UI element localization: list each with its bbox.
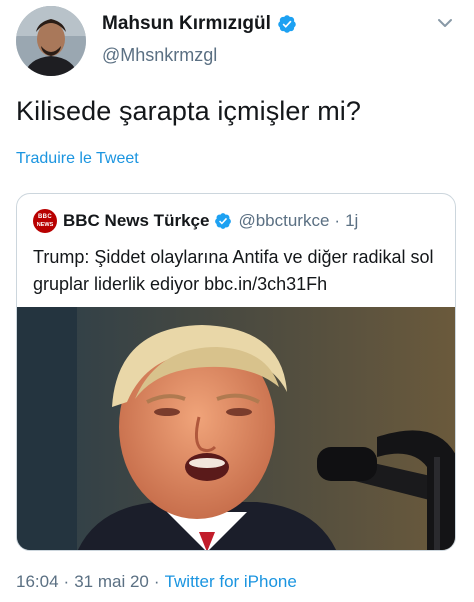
profile-avatar-icon [16, 6, 86, 76]
tweet-footer: 16:04 · 31 mai 20 · Twitter for iPhone [16, 572, 297, 592]
quoted-tweet-card[interactable]: BBC NEWS BBC News Türkçe @bbcturkce · 1j… [16, 193, 456, 551]
tweet-text: Kilisede şarapta içmişler mi? [16, 96, 362, 126]
quoted-author-handle[interactable]: @bbcturkce [238, 211, 329, 231]
verified-badge-icon [214, 212, 232, 230]
verified-badge-icon [277, 14, 297, 34]
author-handle[interactable]: @Mhsnkrmzgl [102, 45, 217, 66]
tweet-source-link[interactable]: Twitter for iPhone [165, 572, 297, 591]
quoted-tweet-header: BBC NEWS BBC News Türkçe @bbcturkce · 1j [33, 209, 358, 233]
author-avatar[interactable] [16, 6, 86, 76]
bbc-logo-subtext: NEWS [36, 222, 54, 228]
bbc-news-logo-icon: BBC NEWS [33, 209, 57, 233]
quoted-tweet-text: Trump: Şiddet olaylarına Antifa ve diğer… [33, 247, 434, 294]
footer-separator: · [153, 572, 160, 591]
news-photo-icon[interactable] [17, 307, 455, 550]
quoted-author-name[interactable]: BBC News Türkçe [63, 211, 209, 231]
quoted-timestamp: 1j [345, 211, 359, 230]
tweet-date: 31 mai 20 [74, 572, 149, 591]
author-name-text: Mahsun Kırmızıgül [102, 13, 271, 34]
footer-separator: · [63, 572, 70, 591]
quoted-separator: · [334, 211, 341, 230]
translate-tweet-link[interactable]: Traduire le Tweet [16, 150, 139, 168]
author-name[interactable]: Mahsun Kırmızıgül [102, 13, 297, 35]
tweet-menu-chevron-icon[interactable] [434, 12, 456, 34]
tweet-time: 16:04 [16, 572, 59, 591]
bbc-logo-text: BBC [38, 214, 52, 220]
